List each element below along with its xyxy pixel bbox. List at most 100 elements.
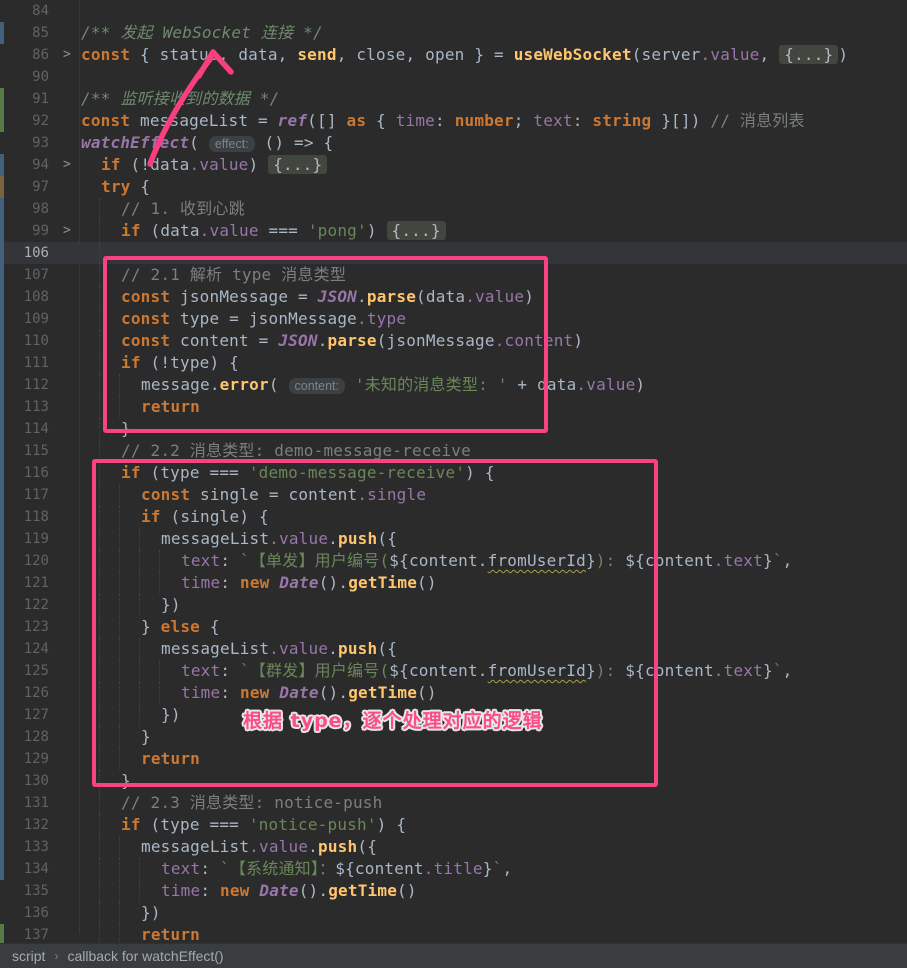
code-content[interactable]: }) [79,594,907,616]
code-content[interactable]: if (!data.value) {...} [79,154,907,176]
line-number[interactable]: 93 [4,132,49,154]
folded-code-placeholder[interactable]: {...} [268,155,327,174]
code-content[interactable]: const jsonMessage = JSON.parse(data.valu… [79,286,907,308]
code-content[interactable]: if (type === 'notice-push') { [79,814,907,836]
line-number[interactable]: 106 [4,242,49,264]
code-content[interactable]: message.error( content: '未知的消息类型: ' + da… [79,374,907,396]
line-number[interactable]: 109 [4,308,49,330]
line-number[interactable]: 122 [4,594,49,616]
code-content[interactable]: } [79,770,907,792]
code-content[interactable]: messageList.value.push({ [79,528,907,550]
line-number[interactable]: 90 [4,66,49,88]
line-number[interactable]: 132 [4,814,49,836]
line-number[interactable]: 131 [4,792,49,814]
code-content[interactable]: }) [79,902,907,924]
line-number[interactable]: 99 [4,220,49,242]
code-content[interactable]: return [79,396,907,418]
code-content[interactable] [79,0,907,22]
code-content[interactable]: watchEffect( effect: () => { [79,132,907,154]
folded-code-placeholder[interactable]: {...} [779,45,838,64]
line-number[interactable]: 133 [4,836,49,858]
code-content[interactable]: } else { [79,616,907,638]
code-token: ({ [357,837,377,856]
line-number[interactable]: 113 [4,396,49,418]
code-content[interactable]: try { [79,176,907,198]
line-number[interactable]: 94 [4,154,49,176]
line-number[interactable]: 107 [4,264,49,286]
line-number[interactable]: 110 [4,330,49,352]
code-token: { status, data, [130,45,297,64]
line-number[interactable]: 117 [4,484,49,506]
line-number[interactable]: 92 [4,110,49,132]
code-content[interactable]: const { status, data, send, close, open … [79,44,907,66]
line-number[interactable]: 91 [4,88,49,110]
code-content[interactable]: const type = jsonMessage.type [79,308,907,330]
code-content[interactable]: text: `【系统通知】：${content.title}`, [79,858,907,880]
line-number[interactable]: 135 [4,880,49,902]
code-content[interactable]: if (data.value === 'pong') {...} [79,220,907,242]
line-number[interactable]: 115 [4,440,49,462]
code-content[interactable]: messageList.value.push({ [79,836,907,858]
line-number[interactable]: 118 [4,506,49,528]
line-number[interactable]: 125 [4,660,49,682]
line-number[interactable]: 119 [4,528,49,550]
code-content[interactable]: /** 发起 WebSocket 连接 */ [79,22,907,44]
line-number[interactable]: 116 [4,462,49,484]
code-content[interactable]: time: new Date().getTime() [79,572,907,594]
line-number[interactable]: 126 [4,682,49,704]
line-number[interactable]: 120 [4,550,49,572]
code-content[interactable]: const single = content.single [79,484,907,506]
line-number[interactable]: 111 [4,352,49,374]
code-token: .text [714,551,763,570]
code-token: messageList [141,837,249,856]
line-number[interactable]: 114 [4,418,49,440]
code-content[interactable]: text: `【单发】用户编号(${content.fromUserId}): … [79,550,907,572]
code-content[interactable]: /** 监听接收到的数据 */ [79,88,907,110]
line-number[interactable]: 129 [4,748,49,770]
code-content[interactable]: const content = JSON.parse(jsonMessage.c… [79,330,907,352]
code-content[interactable]: time: new Date().getTime() [79,880,907,902]
fold-collapsed-chevron-icon[interactable]: > [49,154,79,176]
folded-code-placeholder[interactable]: {...} [387,221,446,240]
line-number[interactable]: 108 [4,286,49,308]
code-content[interactable]: } [79,726,907,748]
breadcrumb-item-script[interactable]: script [12,948,45,964]
code-content[interactable]: text: `【群发】用户编号(${content.fromUserId}): … [79,660,907,682]
code-content[interactable]: if (single) { [79,506,907,528]
line-number[interactable]: 112 [4,374,49,396]
code-content[interactable]: // 2.2 消息类型: demo-message-receive [79,440,907,462]
fold-collapsed-chevron-icon[interactable]: > [49,44,79,66]
line-number[interactable]: 130 [4,770,49,792]
code-token: (!data [121,155,190,174]
code-content[interactable]: // 2.3 消息类型: notice-push [79,792,907,814]
code-content[interactable]: return [79,748,907,770]
line-number[interactable]: 136 [4,902,49,924]
breadcrumb-item-callback[interactable]: callback for watchEffect() [67,948,223,964]
line-number[interactable]: 128 [4,726,49,748]
line-number[interactable]: 127 [4,704,49,726]
line-number[interactable]: 134 [4,858,49,880]
code-content[interactable]: time: new Date().getTime() [79,682,907,704]
line-number[interactable]: 121 [4,572,49,594]
line-number[interactable]: 124 [4,638,49,660]
code-content[interactable]: const messageList = ref([] as { time: nu… [79,110,907,132]
line-number[interactable]: 84 [4,0,49,22]
code-content[interactable]: messageList.value.push({ [79,638,907,660]
line-number[interactable]: 86 [4,44,49,66]
code-content[interactable]: } [79,418,907,440]
line-number[interactable]: 85 [4,22,49,44]
line-number[interactable]: 123 [4,616,49,638]
code-content[interactable]: // 2.1 解析 type 消息类型 [79,264,907,286]
code-token: (). [299,881,329,900]
code-token: parse [328,331,377,350]
code-token: `【群发】用户编号( [240,661,389,680]
code-content[interactable]: if (type === 'demo-message-receive') { [79,462,907,484]
fold-collapsed-chevron-icon[interactable]: > [49,220,79,242]
code-content[interactable]: // 1. 收到心跳 [79,198,907,220]
code-content[interactable] [79,242,907,264]
code-content[interactable]: }) [79,704,907,726]
line-number[interactable]: 97 [4,176,49,198]
line-number[interactable]: 98 [4,198,49,220]
code-content[interactable] [79,66,907,88]
code-content[interactable]: if (!type) { [79,352,907,374]
